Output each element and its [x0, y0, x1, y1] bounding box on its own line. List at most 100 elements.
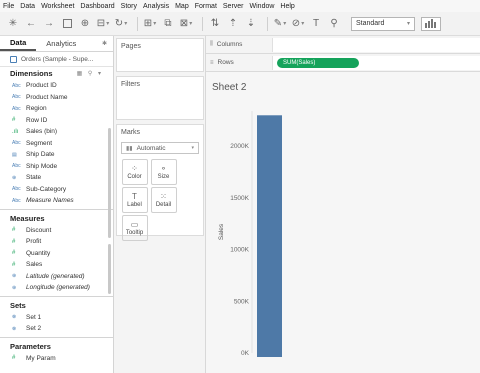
- string-type-icon: Abc: [12, 186, 21, 193]
- field-item[interactable]: Abc Segment: [0, 138, 113, 150]
- number-type-icon: #: [12, 238, 16, 245]
- sets-header: Sets: [0, 299, 113, 312]
- field-item[interactable]: # Sales: [0, 259, 113, 271]
- field-item[interactable]: ⊗ Set 1: [0, 312, 113, 324]
- show-me-icon[interactable]: [421, 16, 441, 31]
- measures-header: Measures: [0, 212, 113, 225]
- detail-mark-button[interactable]: ⁙ Detail: [150, 187, 177, 213]
- tab-analytics[interactable]: Analytics: [36, 36, 86, 51]
- field-item[interactable]: ▤ Ship Date: [0, 149, 113, 161]
- field-item[interactable]: ⊕ Longitude (generated): [0, 282, 113, 294]
- sort-ascending-icon[interactable]: ⇡: [226, 17, 240, 31]
- pages-card[interactable]: Pages: [116, 38, 204, 72]
- menu-server[interactable]: Server: [223, 3, 244, 10]
- field-item[interactable]: ⊕ State: [0, 172, 113, 184]
- field-label: Ship Date: [26, 151, 55, 159]
- geo-type-icon: ⊕: [12, 174, 17, 181]
- tab-data[interactable]: Data: [0, 36, 37, 51]
- menu-analysis[interactable]: Analysis: [143, 3, 169, 10]
- save-icon[interactable]: [60, 17, 74, 31]
- refresh-icon[interactable]: ↻ ▾: [114, 17, 128, 31]
- chevron-down-icon: ▾: [406, 21, 410, 27]
- label-mark-button[interactable]: T Label: [121, 187, 148, 213]
- worksheet-view: Sheet 2 Sales 0K 500K 1000K 1500K 2000K: [206, 72, 480, 373]
- field-item[interactable]: # Profit: [0, 236, 113, 248]
- pages-title: Pages: [121, 43, 141, 50]
- field-item[interactable]: .ılı Sales (bin): [0, 126, 113, 138]
- chevron-down-icon: ▾: [191, 145, 194, 151]
- field-item[interactable]: # Discount: [0, 225, 113, 237]
- menu-data[interactable]: Data: [20, 3, 35, 10]
- mark-button-label: Size: [157, 174, 170, 180]
- dimensions-scrollbar[interactable]: [108, 128, 111, 238]
- string-type-icon: Abc: [12, 94, 21, 101]
- field-item[interactable]: # Row ID: [0, 115, 113, 127]
- geo-type-icon: ⊕: [12, 284, 17, 291]
- size-mark-button[interactable]: ⚬ Size: [150, 159, 177, 185]
- rows-shelf: ≡ Rows SUM(Sales): [206, 54, 480, 72]
- menu-map[interactable]: Map: [175, 3, 189, 10]
- dimension-tools-icon[interactable]: ▦ ⚲ ▾: [77, 70, 103, 77]
- group-icon[interactable]: ⊘ ▾: [291, 17, 305, 31]
- field-label: Longitude (generated): [26, 284, 90, 292]
- field-label: Quantity: [26, 249, 51, 257]
- fit-select[interactable]: Standard ▾: [351, 16, 415, 31]
- columns-drop-zone[interactable]: [272, 37, 480, 52]
- menu-help[interactable]: Help: [280, 3, 294, 10]
- color-mark-button[interactable]: ⁘ Color: [121, 159, 148, 185]
- y-tick-label: 0K: [241, 350, 250, 357]
- tooltip-mark-button[interactable]: ▭ Tooltip: [121, 215, 148, 241]
- toolbar: ✳ ← → ⊕ ⊟ ▾ ↻ ▾ ⊞ ▾ ⧉ ⊠ ▾ ⇅ ⇡ ⇣ ✎ ▾ ⊘ ▾ T ⚲ St…: [0, 12, 480, 36]
- y-tick-label: 1500K: [230, 195, 249, 202]
- field-item[interactable]: Abc Product Name: [0, 92, 113, 104]
- new-worksheet-icon[interactable]: ⊞ ▾: [143, 17, 157, 31]
- pause-updates-icon[interactable]: ⊟ ▾: [96, 17, 110, 31]
- datasource-label: Orders (Sample - Supe...: [21, 55, 94, 63]
- field-item[interactable]: ⊕ Latitude (generated): [0, 271, 113, 283]
- highlight-icon[interactable]: ✎ ▾: [273, 17, 287, 31]
- field-item[interactable]: Abc Ship Mode: [0, 161, 113, 173]
- tableau-logo-icon[interactable]: ✳: [6, 17, 20, 31]
- field-item[interactable]: # Quantity: [0, 248, 113, 260]
- fix-axes-icon[interactable]: ⚲: [327, 17, 341, 31]
- label-icon: T: [132, 192, 137, 201]
- mark-type-select[interactable]: ▮▮ Automatic ▾: [121, 142, 199, 154]
- menu-window[interactable]: Window: [250, 3, 275, 10]
- show-labels-icon[interactable]: T: [309, 17, 323, 31]
- measures-scrollbar[interactable]: [108, 244, 111, 294]
- parameters-header: Parameters: [0, 340, 113, 353]
- field-label: Sub-Category: [26, 185, 67, 193]
- menu-format[interactable]: Format: [195, 3, 217, 10]
- string-type-icon: Abc: [12, 140, 21, 147]
- sales-bar-chart: Sales 0K 500K 1000K 1500K 2000K: [218, 111, 282, 357]
- menu-file[interactable]: File: [3, 3, 14, 10]
- field-item[interactable]: Abc Product ID: [0, 80, 113, 92]
- swap-axes-icon[interactable]: ⇅: [208, 17, 222, 31]
- back-icon[interactable]: ←: [24, 17, 38, 31]
- field-item[interactable]: Abc Measure Names: [0, 195, 113, 207]
- field-item[interactable]: # My Param: [0, 353, 113, 365]
- sum-sales-pill[interactable]: SUM(Sales): [277, 57, 359, 68]
- columns-icon: ⫼: [210, 41, 213, 47]
- field-label: Discount: [26, 226, 52, 234]
- sort-descending-icon[interactable]: ⇣: [244, 17, 258, 31]
- menu-story[interactable]: Story: [121, 3, 137, 10]
- field-item[interactable]: Abc Region: [0, 103, 113, 115]
- y-tick-label: 500K: [234, 298, 250, 305]
- sales-bar[interactable]: [257, 115, 282, 357]
- field-item[interactable]: ⊗ Set 2: [0, 323, 113, 335]
- menu-dashboard[interactable]: Dashboard: [80, 3, 114, 10]
- duplicate-sheet-icon[interactable]: ⧉: [161, 17, 175, 31]
- forward-icon[interactable]: →: [42, 17, 56, 31]
- data-pane-tabs: Data Analytics ✱: [0, 36, 113, 52]
- pane-menu-icon[interactable]: ✱: [102, 40, 107, 47]
- field-label: Row ID: [26, 116, 48, 124]
- filters-card[interactable]: Filters: [116, 76, 204, 120]
- mark-buttons: ⁘ Color ⚬ Size T Label ⁙ Detail ▭ Tooltip: [117, 158, 203, 242]
- clear-sheet-icon[interactable]: ⊠ ▾: [179, 17, 193, 31]
- datasource-item[interactable]: Orders (Sample - Supe...: [0, 52, 113, 67]
- field-item[interactable]: Abc Sub-Category: [0, 184, 113, 196]
- rows-drop-zone[interactable]: SUM(Sales): [272, 55, 480, 70]
- new-datasource-icon[interactable]: ⊕: [78, 17, 92, 31]
- menu-worksheet[interactable]: Worksheet: [41, 3, 74, 10]
